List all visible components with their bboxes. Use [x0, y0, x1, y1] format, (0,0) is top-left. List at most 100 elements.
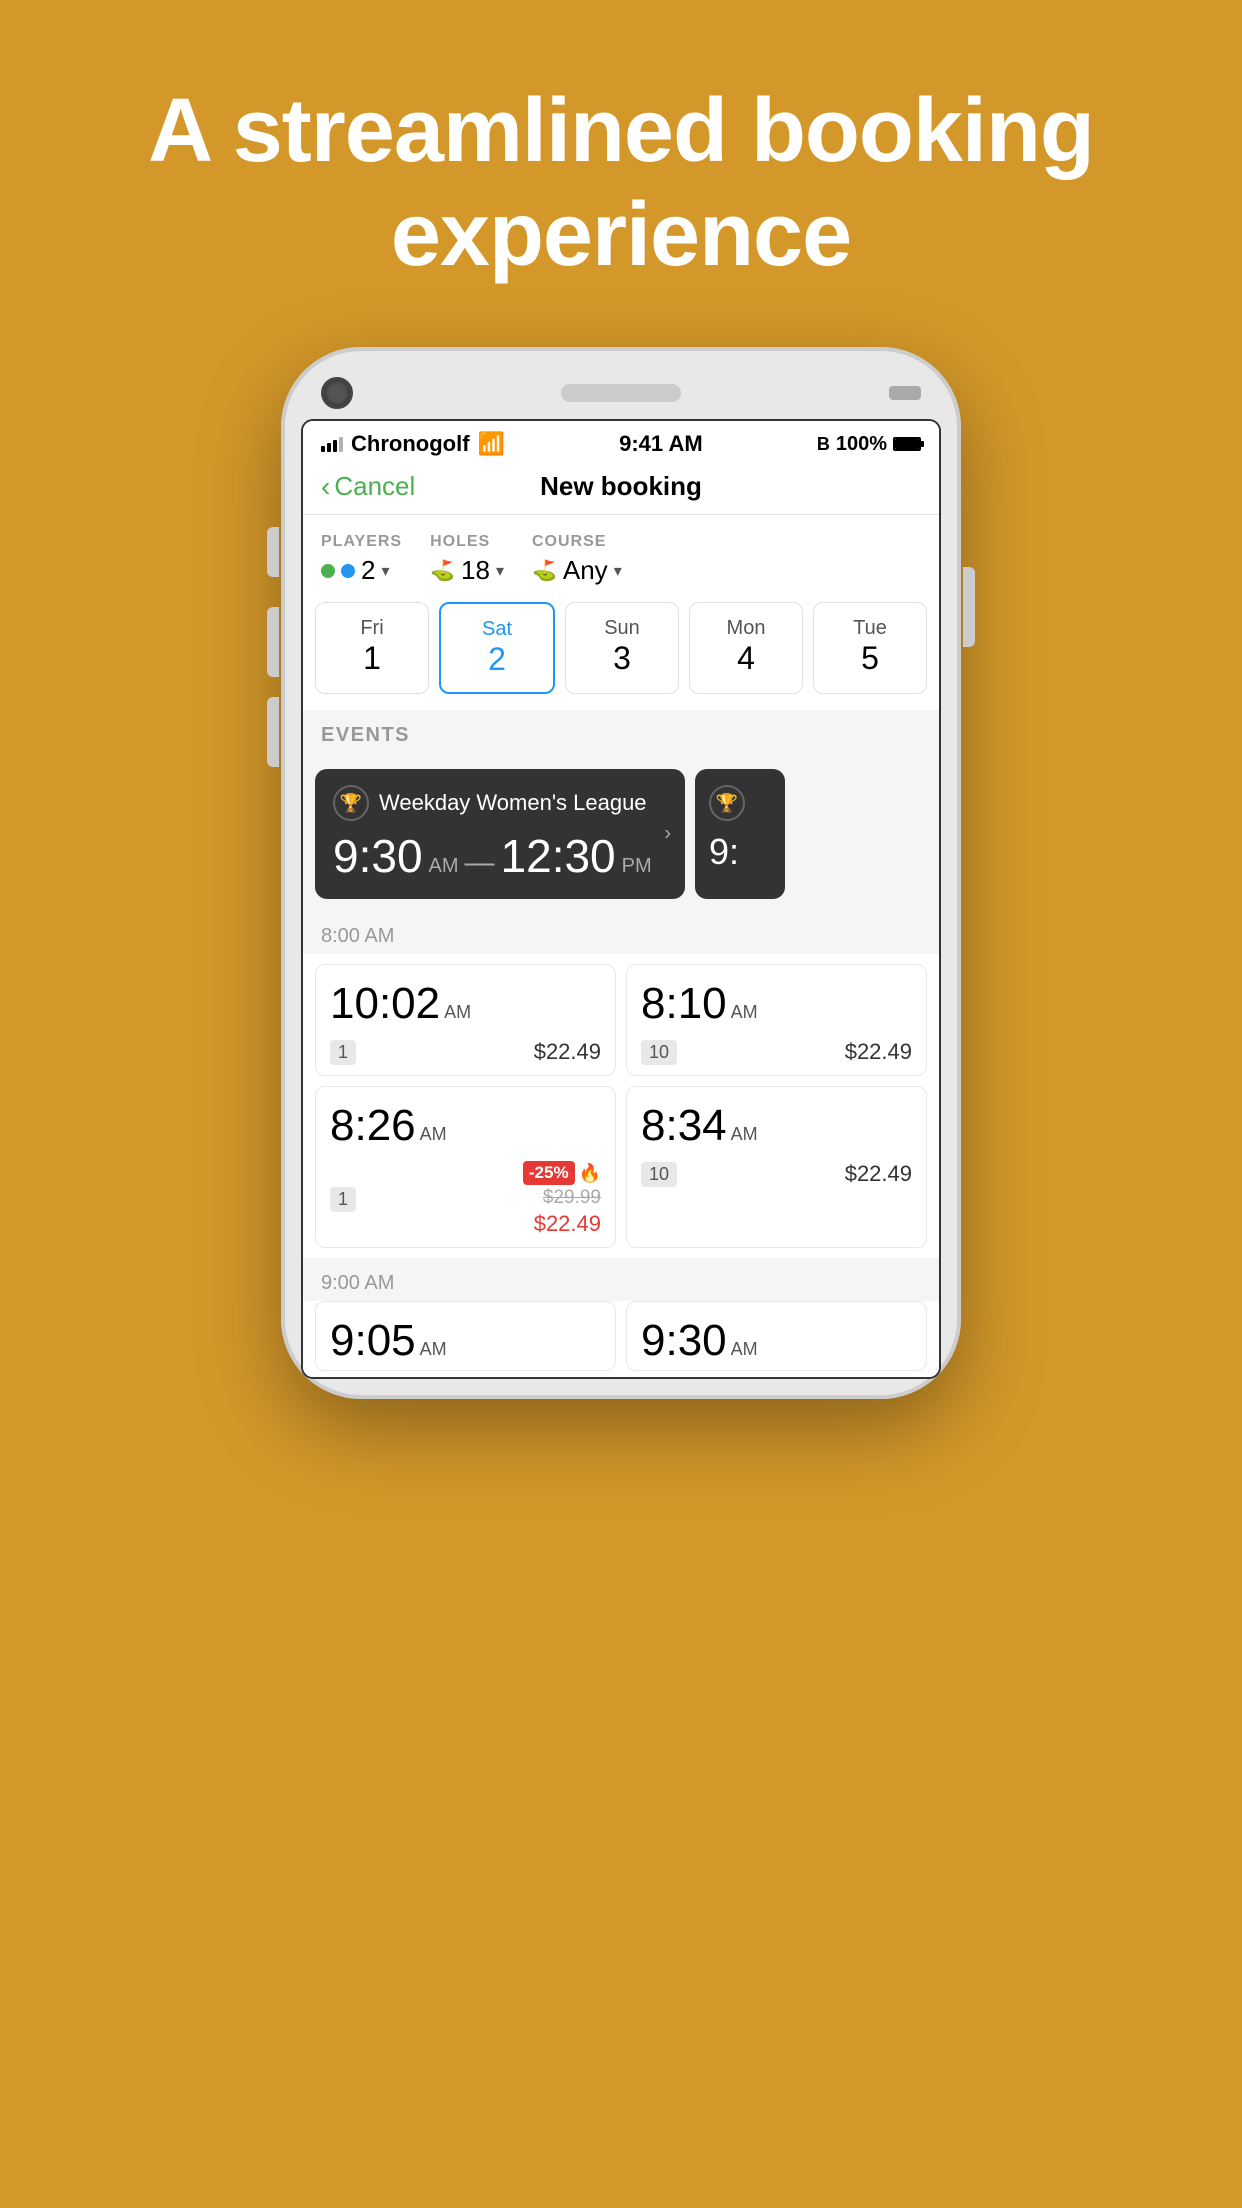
event-card-0[interactable]: 🏆 Weekday Women's League 9:30 AM — 12:30… — [315, 769, 685, 899]
battery-fill — [895, 439, 919, 449]
discount-badge-930: -25% — [641, 1370, 693, 1371]
event-start-partial: 9: — [709, 831, 739, 872]
cancel-button[interactable]: ‹ Cancel — [321, 471, 415, 503]
slot-period-834: AM — [731, 1124, 758, 1145]
event-arrow-icon-0: › — [664, 823, 671, 846]
holes-option[interactable]: HOLES ⛳ 18 ▾ — [430, 533, 504, 586]
date-day-4: Tue — [853, 617, 887, 640]
slot-time-1002: 10:02 — [330, 979, 440, 1029]
slot-price-1002: $22.49 — [534, 1039, 601, 1065]
signal-bars-icon — [321, 436, 343, 452]
slot-badge-1002: 1 — [330, 1040, 356, 1065]
holes-label: HOLES — [430, 533, 504, 551]
phone-screen: Chronogolf 📶 9:41 AM B 100% ‹ Cancel New… — [301, 419, 941, 1379]
pin-icon: ⛳ — [430, 558, 455, 583]
players-label: PLAYERS — [321, 533, 402, 551]
slot-bottom-834: 10 $22.49 — [641, 1161, 912, 1187]
slot-period-930: AM — [731, 1339, 758, 1360]
slot-card-826[interactable]: 8:26 AM 1 -25% 🔥 $29.99 $22.49 — [315, 1086, 616, 1248]
players-dropdown-icon: ▾ — [381, 561, 389, 581]
bluetooth-icon: B — [817, 434, 830, 455]
events-section-label: EVENTS — [303, 710, 939, 757]
phone-top-bar — [301, 367, 941, 419]
slot-bottom-810: 10 $22.49 — [641, 1039, 912, 1065]
event-dash-0: — — [465, 846, 495, 880]
holes-count: 18 — [461, 555, 490, 586]
booking-options: PLAYERS 2 ▾ HOLES ⛳ 18 ▾ COURSE — [303, 515, 939, 586]
discount-badge-905: -25% — [330, 1370, 382, 1371]
slot-price-810: $22.49 — [845, 1039, 912, 1065]
slot-card-1002[interactable]: 10:02 AM 1 $22.49 — [315, 964, 616, 1076]
holes-dropdown-icon: ▾ — [496, 561, 504, 581]
slot-period-1002: AM — [444, 1002, 471, 1023]
event-card-1[interactable]: 🏆 9: — [695, 769, 785, 899]
date-sun-3[interactable]: Sun 3 — [565, 602, 679, 694]
slot-badge-810: 10 — [641, 1040, 677, 1065]
event-start-period-0: AM — [429, 855, 459, 878]
course-pin-icon: ⛳ — [532, 558, 557, 583]
phone-sensors — [889, 386, 921, 400]
slot-badge-826: 1 — [330, 1187, 356, 1212]
wifi-icon: 📶 — [478, 431, 505, 457]
slot-time-row-930: 9:30 AM — [641, 1316, 912, 1366]
date-tue-5[interactable]: Tue 5 — [813, 602, 927, 694]
slot-bottom-1002: 1 $22.49 — [330, 1039, 601, 1065]
volume-down-button — [267, 697, 279, 767]
power-button — [963, 567, 975, 647]
date-picker: Fri 1 Sat 2 Sun 3 Mon 4 Tue 5 — [303, 586, 939, 710]
course-option[interactable]: COURSE ⛳ Any ▾ — [532, 533, 622, 586]
date-fri-1[interactable]: Fri 1 — [315, 602, 429, 694]
trophy-icon-1: 🏆 — [709, 785, 745, 821]
holes-value-row: ⛳ 18 ▾ — [430, 555, 504, 586]
slot-card-834[interactable]: 8:34 AM 10 $22.49 — [626, 1086, 927, 1248]
date-day-2: Sun — [604, 617, 640, 640]
date-day-1: Sat — [482, 618, 512, 641]
date-mon-4[interactable]: Mon 4 — [689, 602, 803, 694]
slot-time-row-905: 9:05 AM — [330, 1316, 601, 1366]
date-day-3: Mon — [727, 617, 766, 640]
players-value-row: 2 ▾ — [321, 555, 402, 586]
slot-card-930[interactable]: 9:30 AM -25% 🔥 — [626, 1301, 927, 1371]
headline-area: A streamlined booking experience — [0, 0, 1242, 347]
event-header-0: 🏆 Weekday Women's League — [333, 785, 667, 821]
event-time-0: 9:30 AM — 12:30 PM — [333, 829, 667, 883]
date-sat-2[interactable]: Sat 2 — [439, 602, 555, 694]
discount-badge-826: -25% — [523, 1161, 575, 1185]
nav-bar: ‹ Cancel New booking — [303, 463, 939, 515]
player-dot-1 — [321, 564, 335, 578]
date-day-0: Fri — [360, 617, 383, 640]
status-time: 9:41 AM — [619, 431, 703, 457]
course-value: Any — [563, 555, 608, 586]
time-group-label-8am: 8:00 AM — [303, 911, 939, 954]
time-group-label-9am: 9:00 AM — [303, 1258, 939, 1301]
back-chevron-icon: ‹ — [321, 471, 330, 503]
date-num-2: 3 — [613, 640, 631, 677]
slot-sale-price-826: $22.49 — [534, 1211, 601, 1237]
slots-grid-8am: 10:02 AM 1 $22.49 8:10 AM 10 — [303, 954, 939, 1258]
course-label: COURSE — [532, 533, 622, 551]
players-option[interactable]: PLAYERS 2 ▾ — [321, 533, 402, 586]
date-num-4: 5 — [861, 640, 879, 677]
trophy-icon-0: 🏆 — [333, 785, 369, 821]
slot-card-905[interactable]: 9:05 AM -25% 🔥 — [315, 1301, 616, 1371]
cancel-label: Cancel — [334, 471, 415, 502]
phone-camera — [321, 377, 353, 409]
status-right: B 100% — [817, 433, 921, 456]
slot-price-834: $22.49 — [845, 1161, 912, 1187]
slot-bottom-826: 1 -25% 🔥 $29.99 $22.49 — [330, 1161, 601, 1237]
event-end-time-0: 12:30 — [501, 829, 616, 883]
mute-button — [267, 527, 279, 577]
slot-badge-834: 10 — [641, 1162, 677, 1187]
slot-time-row-810: 8:10 AM — [641, 979, 912, 1029]
phone-frame: Chronogolf 📶 9:41 AM B 100% ‹ Cancel New… — [281, 347, 961, 1399]
time-section-9am: 9:00 AM 9:05 AM -25% 🔥 9:30 AM — [303, 1258, 939, 1377]
phone-speaker — [561, 384, 681, 402]
slot-time-row-1002: 10:02 AM — [330, 979, 601, 1029]
slot-card-810[interactable]: 8:10 AM 10 $22.49 — [626, 964, 927, 1076]
players-count: 2 — [361, 555, 375, 586]
slot-time-810: 8:10 — [641, 979, 727, 1029]
nav-title: New booking — [540, 471, 702, 502]
event-start-time-0: 9:30 — [333, 829, 423, 883]
slot-time-826: 8:26 — [330, 1101, 416, 1151]
status-left: Chronogolf 📶 — [321, 431, 505, 457]
